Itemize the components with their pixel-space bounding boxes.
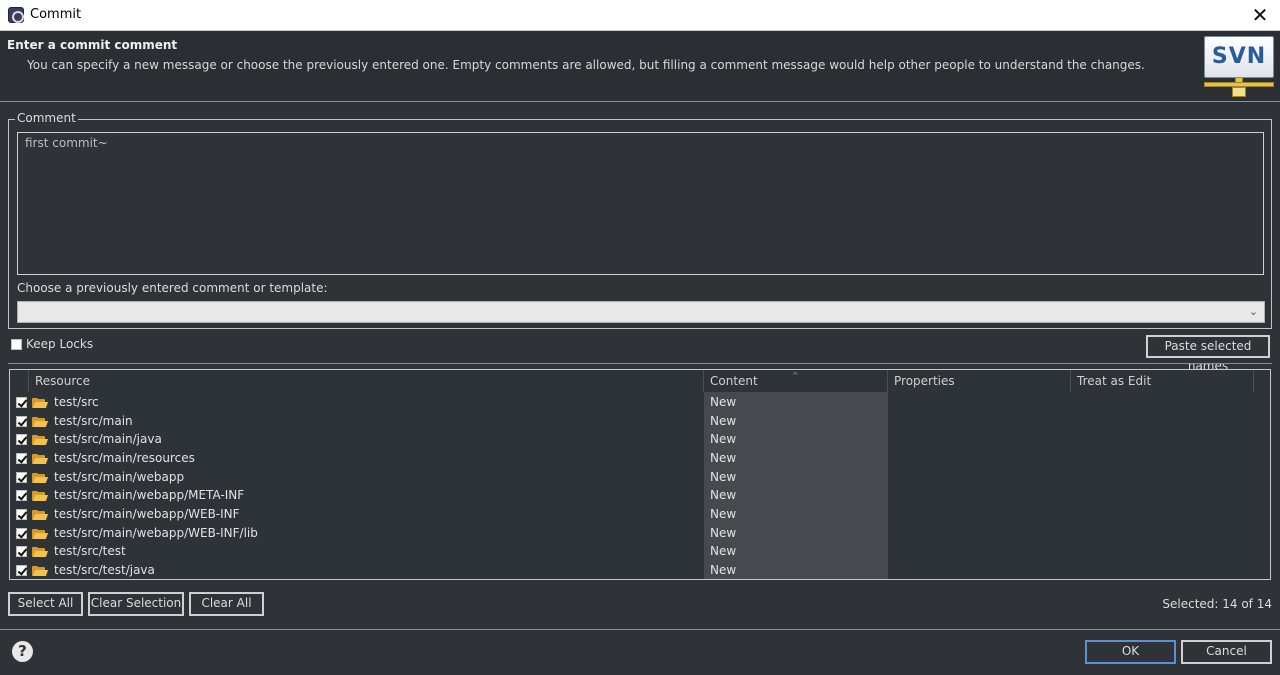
choose-comment-label: Choose a previously entered comment or t… [17,281,328,295]
clear-all-button[interactable]: Clear All [188,591,265,617]
table-row[interactable]: test/src/main/webapp/WEB-INF New [10,505,1270,524]
table-row[interactable]: test/src/main New [10,412,1270,431]
table-row[interactable]: test/src/main/java New [10,430,1270,449]
clear-selection-button[interactable]: Clear Selection [87,591,185,617]
select-all-button[interactable]: Select All [7,591,84,617]
row-resource: test/src/main/webapp/WEB-INF [54,507,240,521]
sort-ascending-icon: ^ [792,371,799,380]
row-content: New [710,414,737,428]
row-checkbox[interactable] [16,472,27,483]
row-content: New [710,451,737,465]
folder-open-icon [32,529,49,539]
row-resource: test/src/main [54,414,133,428]
resource-table[interactable]: Resource Content ^ Properties Treat as E… [9,369,1271,580]
row-resource: test/src/main/webapp/WEB-INF/lib [54,526,258,540]
row-content: New [710,470,737,484]
table-row[interactable]: test/src New [10,393,1270,412]
row-checkbox[interactable] [16,416,27,427]
table-row[interactable]: test/src/main/webapp/WEB-INF/lib New [10,524,1270,543]
header-description: You can specify a new message or choose … [27,58,1145,72]
folder-open-icon [32,454,49,464]
folder-open-icon [32,566,49,576]
comment-group-label: Comment [15,111,78,125]
svn-logo-icon: SVN [1204,36,1274,98]
row-resource: test/src/main/webapp [54,470,185,484]
close-icon[interactable]: ✕ [1248,3,1272,27]
table-header: Resource Content ^ Properties Treat as E… [10,370,1270,392]
dialog-header: Enter a commit comment You can specify a… [0,32,1280,102]
folder-open-icon [32,398,49,408]
folder-open-icon [32,547,49,557]
row-checkbox[interactable] [16,490,27,501]
folder-open-icon [32,510,49,520]
row-resource: test/src/test/java [54,563,155,577]
folder-open-icon [32,491,49,501]
keep-locks-label: Keep Locks [26,337,94,351]
help-icon[interactable]: ? [12,641,33,662]
table-row[interactable]: test/src/test New [10,542,1270,561]
row-content: New [710,432,737,446]
svn-logo-text: SVN [1204,36,1274,78]
cancel-button[interactable]: Cancel [1180,639,1273,665]
folder-open-icon [32,417,49,427]
table-row[interactable]: test/src/main/webapp/META-INF New [10,486,1270,505]
table-row[interactable]: test/src/test/java New [10,561,1270,579]
row-content: New [710,395,737,409]
eclipse-app-icon [8,7,24,23]
paste-selected-names-button[interactable]: Paste selected names [1145,334,1271,373]
table-row[interactable]: test/src/main/resources New [10,449,1270,468]
row-resource: test/src/main/webapp/META-INF [54,488,245,502]
row-content: New [710,526,737,540]
row-content: New [710,544,737,558]
row-resource: test/src [54,395,99,409]
column-header-treat-as-edit[interactable]: Treat as Edit [1077,374,1151,388]
row-checkbox[interactable] [16,565,27,576]
row-checkbox[interactable] [16,546,27,557]
folder-open-icon [32,473,49,483]
header-title: Enter a commit comment [7,38,178,52]
row-content: New [710,563,737,577]
footer-divider [0,629,1280,630]
row-checkbox[interactable] [16,397,27,408]
comment-textarea[interactable] [17,132,1264,275]
row-checkbox[interactable] [16,434,27,445]
previous-comment-dropdown[interactable]: ⌄ [17,301,1265,323]
row-checkbox[interactable] [16,528,27,539]
row-resource: test/src/main/resources [54,451,195,465]
row-content: New [710,507,737,521]
ok-button[interactable]: OK [1084,639,1177,665]
selected-count: Selected: 14 of 14 [1162,597,1272,611]
row-resource: test/src/main/java [54,432,162,446]
title-bar: Commit ✕ [0,0,1280,31]
column-header-resource[interactable]: Resource [35,374,90,388]
column-header-content[interactable]: Content [710,374,758,388]
chevron-down-icon: ⌄ [1248,305,1258,318]
row-checkbox[interactable] [16,509,27,520]
row-resource: test/src/test [54,544,126,558]
folder-open-icon [32,435,49,445]
keep-locks-box[interactable] [11,339,22,350]
comment-group: Comment Choose a previously entered comm… [8,111,1272,329]
row-checkbox[interactable] [16,453,27,464]
column-header-properties[interactable]: Properties [894,374,955,388]
divider [8,363,1272,364]
table-row[interactable]: test/src/main/webapp New [10,468,1270,487]
row-content: New [710,488,737,502]
window-title: Commit [30,7,82,22]
